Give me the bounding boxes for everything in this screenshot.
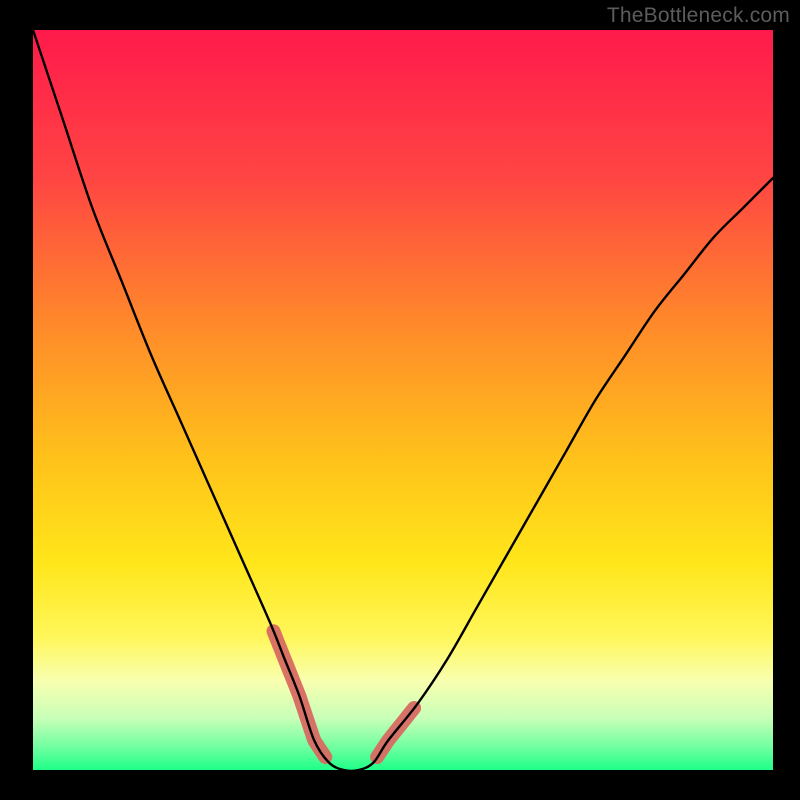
gradient-background xyxy=(33,30,773,770)
bottleneck-plot xyxy=(0,0,800,800)
chart-stage: TheBottleneck.com xyxy=(0,0,800,800)
watermark-text: TheBottleneck.com xyxy=(607,4,790,28)
